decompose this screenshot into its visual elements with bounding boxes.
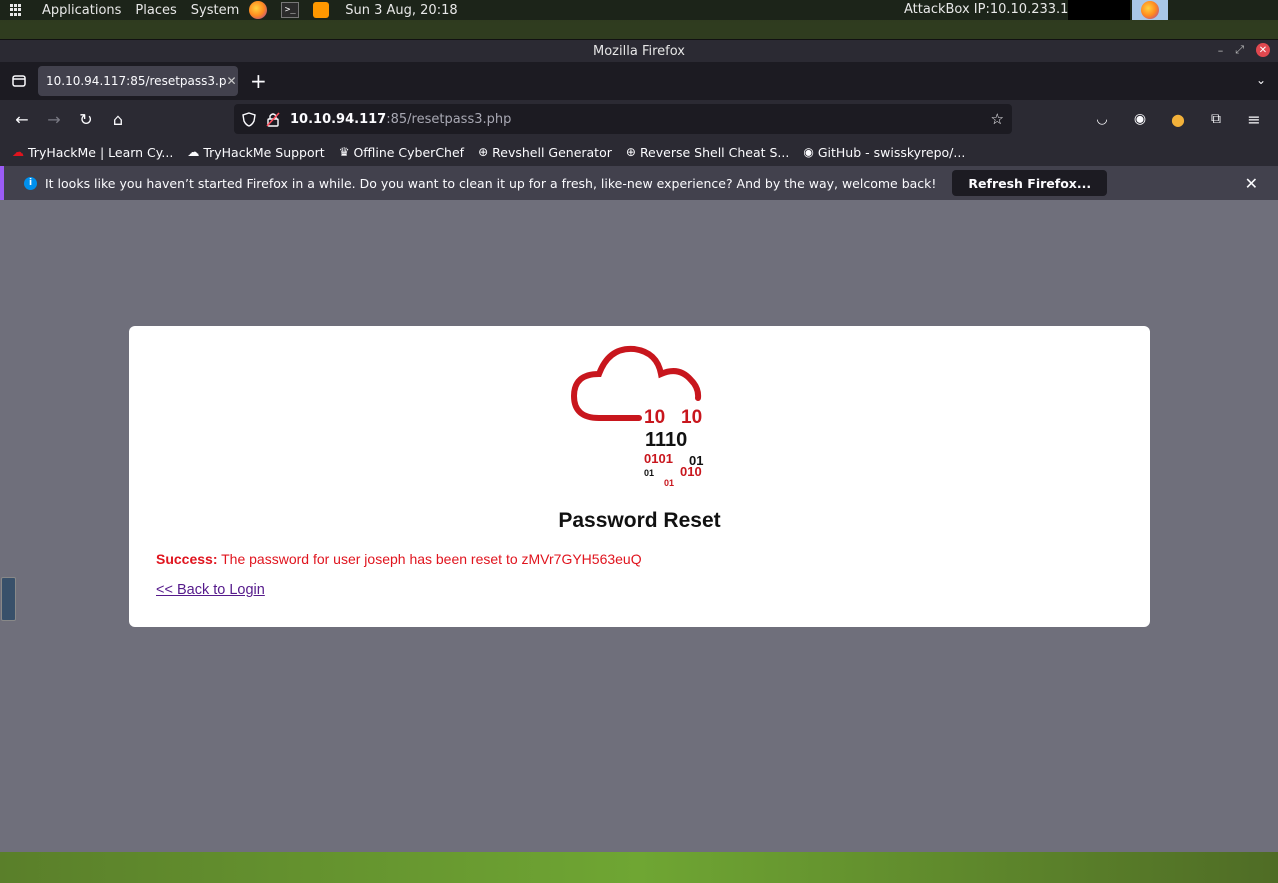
logo-binary-text: 01 — [664, 478, 674, 488]
bookmark-item[interactable]: ⊕ Reverse Shell Cheat S... — [626, 145, 789, 160]
hamburger-menu-icon[interactable]: ≡ — [1238, 104, 1270, 134]
account-icon[interactable]: ◉ — [1124, 104, 1156, 134]
firefox-window: Mozilla Firefox – ⤢ ✕ 10.10.94.117:85/re… — [0, 39, 1278, 853]
firefox-view-icon[interactable] — [0, 74, 38, 88]
url-bar[interactable]: 10.10.94.117:85/resetpass3.php ☆ — [234, 104, 1012, 134]
menu-places[interactable]: Places — [135, 3, 176, 18]
logo-binary-text: 01 — [644, 468, 654, 478]
chevron-down-icon[interactable]: ⌄ — [1256, 73, 1266, 87]
info-icon: i — [24, 176, 37, 190]
shield-icon[interactable] — [242, 111, 256, 127]
notification-text: It looks like you haven’t started Firefo… — [45, 175, 937, 191]
reset-card: 10 10 1110 0101 01 01 010 01 Password Re… — [129, 326, 1150, 627]
window-close-icon[interactable]: ✕ — [1256, 43, 1270, 57]
apps-grid-icon[interactable] — [10, 4, 22, 16]
page-title: Password Reset — [558, 509, 721, 532]
home-icon[interactable]: ⌂ — [102, 104, 134, 134]
bookmark-item[interactable]: ⊕ Revshell Generator — [478, 145, 612, 160]
logo-binary-text: 10 — [644, 407, 665, 428]
chef-hat-icon: ♛ — [338, 145, 350, 159]
firefox-launcher-icon[interactable] — [249, 1, 268, 19]
sublime-launcher-icon[interactable] — [313, 2, 330, 18]
firefox-icon — [1141, 1, 1159, 19]
success-message: Success: The password for user joseph ha… — [156, 551, 642, 567]
minimize-icon[interactable]: – — [1218, 44, 1224, 57]
desktop-background — [0, 852, 1278, 883]
notification-bar: i It looks like you haven’t started Fire… — [0, 166, 1278, 200]
terminal-launcher-icon[interactable]: >_ — [281, 2, 300, 18]
back-icon[interactable]: ← — [6, 104, 38, 134]
url-host: 10.10.94.117 — [290, 111, 387, 127]
title-bar: Mozilla Firefox – ⤢ ✕ — [0, 40, 1278, 62]
bookmark-item[interactable]: ☁ TryHackMe | Learn Cy... — [12, 145, 173, 160]
logo-binary-text: 10 — [681, 407, 702, 428]
extensions-icon[interactable]: ⧉ — [1200, 104, 1232, 134]
logo-binary-text: 1110 — [645, 429, 687, 451]
refresh-firefox-button[interactable]: Refresh Firefox... — [952, 170, 1108, 196]
forward-icon[interactable]: → — [38, 104, 70, 134]
back-to-login-link[interactable]: << Back to Login — [156, 582, 265, 598]
side-panel-handle[interactable] — [1, 577, 16, 621]
bookmark-item[interactable]: ☁ TryHackMe Support — [187, 145, 324, 160]
bookmark-item[interactable]: ◉ GitHub - swisskyrepo/... — [803, 145, 965, 160]
globe-icon: ⊕ — [478, 145, 489, 159]
tab-active[interactable]: 10.10.94.117:85/resetpass3.p ✕ — [38, 66, 238, 96]
system-monitor — [1068, 0, 1130, 20]
firefox-taskbar-button[interactable] — [1132, 0, 1168, 20]
nav-bar: ← → ↻ ⌂ 10.10.94.117:85/resetpass3.php ☆… — [0, 100, 1278, 138]
system-panel: Applications Places System >_ Sun 3 Aug,… — [0, 0, 1278, 20]
tab-title: 10.10.94.117:85/resetpass3.p — [46, 74, 227, 88]
menu-applications[interactable]: Applications — [42, 3, 121, 18]
bookmarks-toolbar: ☁ TryHackMe | Learn Cy... ☁ TryHackMe Supp… — [0, 138, 1278, 166]
attackbox-ip: AttackBox IP:10.10.233.108 — [904, 2, 1085, 17]
cloud-icon: ☁ — [187, 145, 200, 159]
bookmark-star-icon[interactable]: ☆ — [991, 110, 1004, 128]
clock[interactable]: Sun 3 Aug, 20:18 — [345, 3, 457, 18]
success-text: The password for user joseph has been re… — [217, 551, 642, 567]
close-icon[interactable]: ✕ — [1245, 174, 1258, 193]
github-icon: ◉ — [803, 145, 814, 159]
page-content: 10 10 1110 0101 01 01 010 01 Password Re… — [0, 206, 1278, 853]
maximize-icon[interactable]: ⤢ — [1235, 43, 1244, 57]
tryhackme-icon: ☁ — [12, 145, 24, 159]
menu-system[interactable]: System — [191, 3, 239, 18]
cloud-binary-logo-icon: 10 10 1110 0101 01 01 010 01 — [570, 345, 703, 488]
bookmark-item[interactable]: ♛ Offline CyberChef — [339, 145, 464, 160]
tab-bar: 10.10.94.117:85/resetpass3.p ✕ + ⌄ — [0, 62, 1278, 100]
logo-binary-text: 0101 — [644, 451, 673, 466]
insecure-lock-icon[interactable] — [266, 111, 280, 127]
tab-close-icon[interactable]: ✕ — [226, 74, 236, 88]
pocket-icon[interactable]: ◡ — [1086, 104, 1118, 134]
url-path: :85/resetpass3.php — [386, 111, 512, 127]
success-label: Success: — [156, 551, 218, 567]
reload-icon[interactable]: ↻ — [70, 104, 102, 134]
window-title: Mozilla Firefox — [593, 43, 685, 59]
logo-binary-text: 010 — [680, 464, 702, 479]
globe-icon: ⊕ — [625, 145, 636, 159]
extension-cookie-icon[interactable]: ● — [1162, 104, 1194, 134]
new-tab-icon[interactable]: + — [250, 69, 267, 93]
